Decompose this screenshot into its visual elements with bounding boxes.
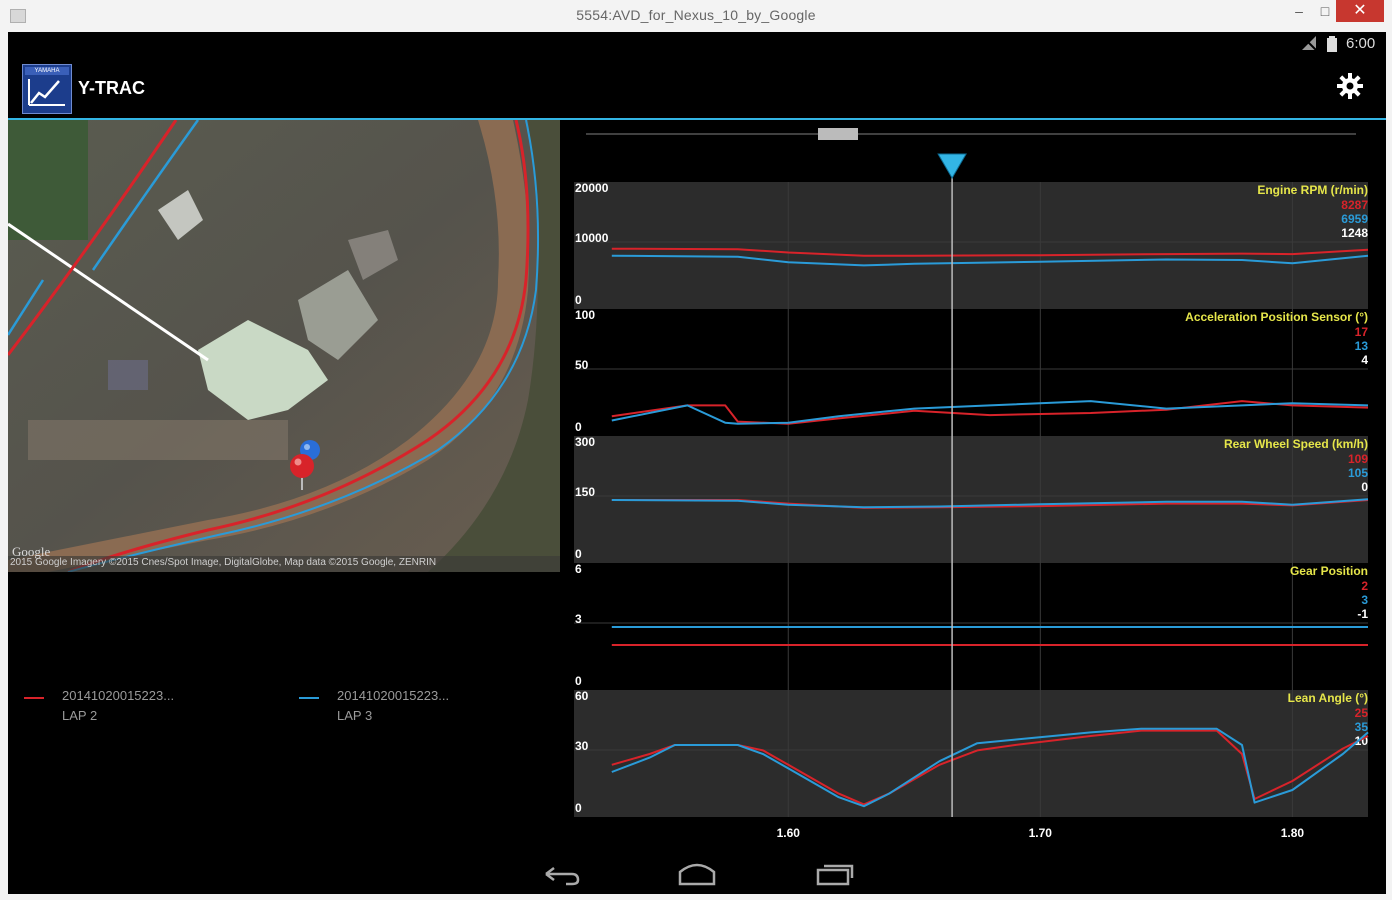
android-screen: 6:00 YAMAHA Y-TRAC Google 2015 Google Im… <box>8 32 1386 894</box>
chart-readout: 35 <box>1355 720 1369 734</box>
chart-logo-icon <box>28 79 65 106</box>
chart-title: Acceleration Position Sensor (°) <box>1185 310 1368 324</box>
window-border-right <box>1386 32 1392 900</box>
window-border-bottom <box>0 894 1392 900</box>
recent-apps-button[interactable] <box>810 858 860 888</box>
y-tick-label: 0 <box>575 420 582 434</box>
y-tick-label: 0 <box>575 547 582 561</box>
y-tick-label: 20000 <box>575 181 609 195</box>
chart-title: Rear Wheel Speed (km/h) <box>1224 437 1368 451</box>
chart-title: Lean Angle (°) <box>1288 691 1368 705</box>
y-tick-label: 0 <box>575 293 582 307</box>
recent-apps-icon <box>816 864 854 886</box>
y-tick-label: 50 <box>575 358 589 372</box>
chart-readout: 1248 <box>1341 226 1368 240</box>
legend-swatch-red <box>24 697 44 699</box>
legend-swatch-blue <box>299 697 319 699</box>
action-bar: YAMAHA Y-TRAC <box>8 56 1386 120</box>
scrubber-thumb[interactable] <box>818 128 858 140</box>
y-tick-label: 100 <box>575 308 595 322</box>
map-pin-icon[interactable] <box>288 438 328 498</box>
battery-icon <box>1326 36 1338 56</box>
legend-lap: LAP 2 <box>62 708 98 723</box>
chart-readout: 4 <box>1361 353 1368 367</box>
map-imagery <box>8 120 560 572</box>
y-tick-label: 0 <box>575 674 582 688</box>
y-tick-label: 6 <box>575 562 582 576</box>
chart-readout: 6959 <box>1341 212 1368 226</box>
satellite-map[interactable]: Google 2015 Google Imagery ©2015 Cnes/Sp… <box>8 120 560 572</box>
chart-readout: 109 <box>1348 452 1368 466</box>
chart-readout: 25 <box>1355 706 1369 720</box>
y-tick-label: 300 <box>575 435 595 449</box>
chart-title: Gear Position <box>1290 564 1368 578</box>
y-tick-label: 0 <box>575 801 582 815</box>
legend-lap: LAP 3 <box>337 708 373 723</box>
window-titlebar: 5554:AVD_for_Nexus_10_by_Google – □ ✕ <box>0 0 1392 32</box>
legend-session: 20141020015223... <box>62 688 175 703</box>
chart-title: Engine RPM (r/min) <box>1257 183 1368 197</box>
y-tick-label: 150 <box>575 485 595 499</box>
cursor-marker-icon[interactable] <box>937 153 967 179</box>
chart-readout: 8287 <box>1341 198 1368 212</box>
legend-label: 20141020015223... LAP 2 <box>62 686 174 726</box>
status-time: 6:00 <box>1346 35 1376 52</box>
window-border-left <box>0 32 8 900</box>
home-icon <box>678 863 716 886</box>
settings-button[interactable] <box>1334 72 1366 104</box>
chart-readout: 3 <box>1361 593 1368 607</box>
app-logo[interactable]: YAMAHA <box>22 64 72 114</box>
chart-readout: -1 <box>1357 607 1368 621</box>
home-button[interactable] <box>672 858 722 888</box>
chart-readout: 17 <box>1355 325 1369 339</box>
chart-readout: 13 <box>1355 339 1369 353</box>
x-tick-label: 1.80 <box>1281 826 1305 840</box>
x-tick-label: 1.60 <box>777 826 801 840</box>
legend-label: 20141020015223... LAP 3 <box>337 686 449 726</box>
back-button[interactable] <box>536 858 586 888</box>
map-attribution: 2015 Google Imagery ©2015 Cnes/Spot Imag… <box>10 557 437 568</box>
chart-readout: 0 <box>1361 480 1368 494</box>
back-icon <box>545 867 580 886</box>
y-tick-label: 10000 <box>575 231 609 245</box>
chart-panel-bg <box>574 309 1368 436</box>
window-title: 5554:AVD_for_Nexus_10_by_Google <box>576 7 816 23</box>
y-tick-label: 3 <box>575 612 582 626</box>
charts-svg: 20000100000Engine RPM (r/min)82876959124… <box>574 128 1369 840</box>
chart-readout: 105 <box>1348 466 1368 480</box>
navigation-bar <box>8 852 1386 894</box>
close-button[interactable]: ✕ <box>1336 0 1384 22</box>
chart-readout: 2 <box>1361 579 1368 593</box>
status-bar: 6:00 <box>8 32 1386 56</box>
app-title: Y-TRAC <box>78 78 145 98</box>
x-tick-label: 1.70 <box>1029 826 1053 840</box>
gear-icon <box>1337 73 1363 99</box>
y-tick-label: 30 <box>575 739 589 753</box>
telemetry-charts[interactable]: 20000 10000 0 Engine RPM (r/min) 8287 6959 124… <box>560 120 1386 852</box>
y-tick-label: 60 <box>575 689 589 703</box>
legend-session: 20141020015223... <box>337 688 450 703</box>
signal-icon <box>1302 36 1322 53</box>
chart-panel-bg <box>574 182 1368 309</box>
